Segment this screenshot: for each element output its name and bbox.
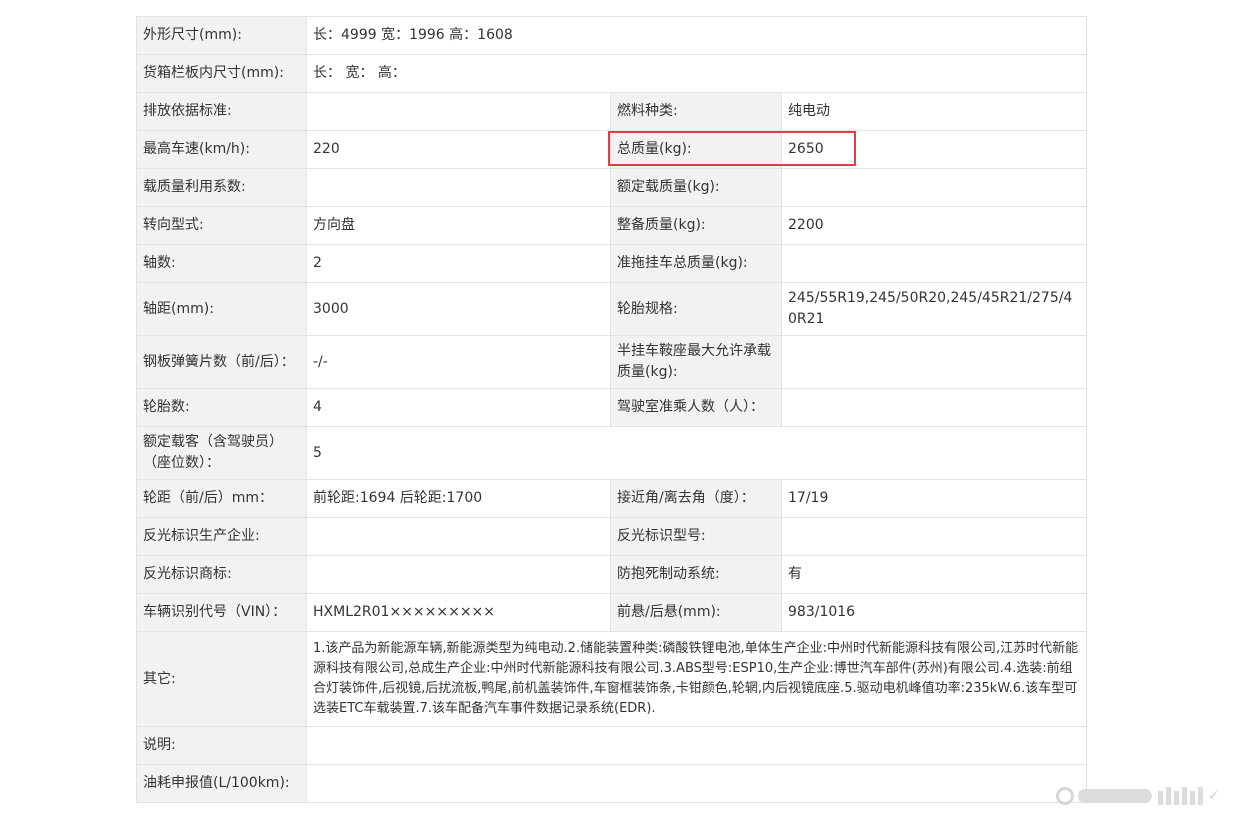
- value-rated-load: [780, 168, 1088, 207]
- spec-row-cargo-box: 货箱栏板内尺寸(mm): 长： 宽： 高：: [136, 54, 1088, 93]
- value-other: 1.该产品为新能源车辆,新能源类型为纯电动.2.储能装置种类:磷酸铁锂电池,单体…: [305, 631, 1088, 727]
- label-fuel-type: 燃料种类:: [610, 92, 782, 131]
- label-load-factor: 载质量利用系数:: [136, 168, 307, 207]
- label-track-width: 轮距（前/后）mm：: [136, 479, 307, 518]
- spec-row-load-factor: 载质量利用系数: 额定载质量(kg):: [136, 168, 1088, 207]
- label-leaf-springs: 钢板弹簧片数（前/后）：: [136, 335, 307, 389]
- label-emission-standard: 排放依据标准:: [136, 92, 307, 131]
- spec-row-reflective-maker: 反光标识生产企业: 反光标识型号:: [136, 517, 1088, 556]
- value-max-speed: 220: [306, 130, 611, 169]
- value-fuel-consumption: [305, 764, 1088, 803]
- spec-row-dimensions: 外形尺寸(mm): 长：4999 宽：1996 高：1608: [136, 16, 1088, 55]
- spec-row-fuel-consumption: 油耗申报值(L/100km):: [136, 764, 1088, 803]
- vehicle-spec-table: 外形尺寸(mm): 长：4999 宽：1996 高：1608 货箱栏板内尺寸(m…: [136, 16, 1088, 803]
- label-tire-count: 轮胎数:: [136, 388, 307, 427]
- label-axle-count: 轴数:: [136, 244, 307, 283]
- value-overhang: 983/1016: [780, 593, 1088, 632]
- value-curb-weight: 2200: [780, 206, 1088, 245]
- label-saddle-load: 半挂车鞍座最大允许承载质量(kg):: [610, 335, 782, 389]
- label-reflective-brand: 反光标识商标:: [136, 555, 307, 594]
- watermark-bars-icon: [1158, 787, 1206, 805]
- label-description: 说明:: [136, 726, 307, 765]
- label-abs: 防抱死制动系统:: [610, 555, 782, 594]
- label-reflective-maker: 反光标识生产企业:: [136, 517, 307, 556]
- label-steering-type: 转向型式:: [136, 206, 307, 245]
- value-trailer-mass: [780, 244, 1088, 283]
- label-total-mass: 总质量(kg):: [610, 130, 782, 169]
- label-fuel-consumption: 油耗申报值(L/100km):: [136, 764, 307, 803]
- label-rated-passengers: 额定载客（含驾驶员）（座位数）：: [136, 426, 307, 480]
- spec-row-other: 其它: 1.该产品为新能源车辆,新能源类型为纯电动.2.储能装置种类:磷酸铁锂电…: [136, 631, 1088, 727]
- label-wheelbase: 轴距(mm):: [136, 282, 307, 336]
- value-cab-capacity: [780, 388, 1088, 427]
- value-track-width: 前轮距:1694 后轮距:1700: [306, 479, 611, 518]
- value-tire-count: 4: [306, 388, 611, 427]
- spec-row-description: 说明:: [136, 726, 1088, 765]
- value-axle-count: 2: [306, 244, 611, 283]
- label-other: 其它:: [136, 631, 307, 727]
- watermark-check-icon: ✓: [1208, 788, 1220, 804]
- label-trailer-mass: 准拖挂车总质量(kg):: [610, 244, 782, 283]
- value-tire-spec: 245/55R19,245/50R20,245/45R21/275/40R21: [780, 282, 1088, 336]
- label-cab-capacity: 驾驶室准乘人数（人）：: [610, 388, 782, 427]
- value-abs: 有: [780, 555, 1088, 594]
- spec-row-passengers: 额定载客（含驾驶员）（座位数）： 5: [136, 426, 1088, 480]
- value-reflective-maker: [306, 517, 611, 556]
- value-steering-type: 方向盘: [306, 206, 611, 245]
- value-reflective-model: [780, 517, 1088, 556]
- value-saddle-load: [780, 335, 1088, 389]
- spec-row-speed-mass: 最高车速(km/h): 220 总质量(kg): 2650: [136, 130, 1088, 169]
- spec-row-emission-fuel: 排放依据标准: 燃料种类: 纯电动: [136, 92, 1088, 131]
- value-leaf-springs: -/-: [306, 335, 611, 389]
- watermark-logo: ✓: [1056, 784, 1220, 808]
- label-reflective-model: 反光标识型号:: [610, 517, 782, 556]
- value-fuel-type: 纯电动: [780, 92, 1088, 131]
- spec-row-wheelbase: 轴距(mm): 3000 轮胎规格: 245/55R19,245/50R20,2…: [136, 282, 1088, 336]
- spec-row-vin: 车辆识别代号（VIN）： HXML2R01××××××××× 前悬/后悬(mm)…: [136, 593, 1088, 632]
- spec-row-reflective-brand: 反光标识商标: 防抱死制动系统: 有: [136, 555, 1088, 594]
- value-dimensions: 长：4999 宽：1996 高：1608: [305, 16, 1088, 55]
- label-rated-load: 额定载质量(kg):: [610, 168, 782, 207]
- spec-row-track: 轮距（前/后）mm： 前轮距:1694 后轮距:1700 接近角/离去角（度）：…: [136, 479, 1088, 518]
- value-description: [305, 726, 1088, 765]
- value-reflective-brand: [306, 555, 611, 594]
- value-load-factor: [306, 168, 611, 207]
- label-vin: 车辆识别代号（VIN）：: [136, 593, 307, 632]
- value-vin: HXML2R01×××××××××: [306, 593, 611, 632]
- label-curb-weight: 整备质量(kg):: [610, 206, 782, 245]
- label-dimensions: 外形尺寸(mm):: [136, 16, 307, 55]
- spec-row-tires: 轮胎数: 4 驾驶室准乘人数（人）：: [136, 388, 1088, 427]
- value-approach-departure: 17/19: [780, 479, 1088, 518]
- watermark-ring-icon: [1056, 787, 1074, 805]
- label-overhang: 前悬/后悬(mm):: [610, 593, 782, 632]
- value-total-mass: 2650: [780, 130, 1088, 169]
- spec-row-steering: 转向型式: 方向盘 整备质量(kg): 2200: [136, 206, 1088, 245]
- value-emission-standard: [306, 92, 611, 131]
- label-tire-spec: 轮胎规格:: [610, 282, 782, 336]
- value-wheelbase: 3000: [306, 282, 611, 336]
- value-cargo-box: 长： 宽： 高：: [305, 54, 1088, 93]
- spec-row-axles: 轴数: 2 准拖挂车总质量(kg):: [136, 244, 1088, 283]
- label-cargo-box: 货箱栏板内尺寸(mm):: [136, 54, 307, 93]
- spec-row-leaf-springs: 钢板弹簧片数（前/后）： -/- 半挂车鞍座最大允许承载质量(kg):: [136, 335, 1088, 389]
- value-rated-passengers: 5: [305, 426, 1088, 480]
- label-approach-departure: 接近角/离去角（度）：: [610, 479, 782, 518]
- label-max-speed: 最高车速(km/h):: [136, 130, 307, 169]
- watermark-pill-shape: [1078, 789, 1152, 803]
